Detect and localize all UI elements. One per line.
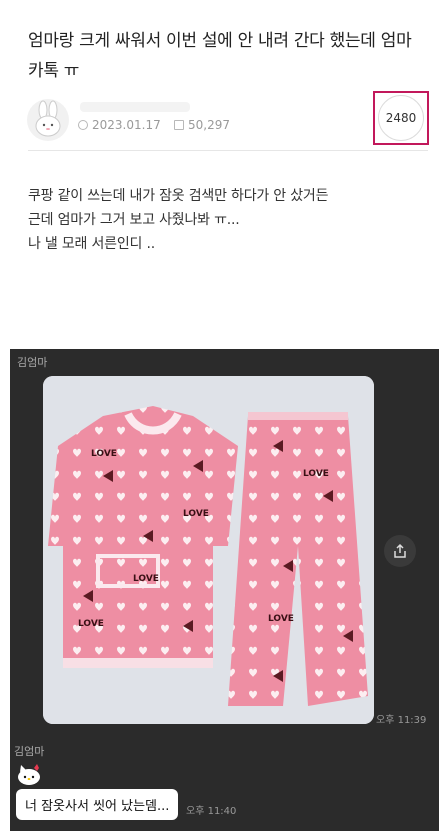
sender-name: 김엄마 — [17, 356, 48, 369]
pajama-label: LOVE — [183, 509, 209, 519]
message-time: 오후 11:40 — [186, 806, 237, 817]
post-views: 50,297 — [174, 118, 230, 132]
post-date: 2023.01.17 — [78, 118, 161, 132]
hello-kitty-icon — [18, 764, 40, 785]
pajama-illustration: LOVE LOVE LOVE LOVE LOVE LOVE — [43, 376, 374, 724]
pajama-label: LOVE — [268, 614, 294, 624]
divider — [28, 150, 428, 151]
message-bubble: 너 잠옷사서 씻어 났는뎀... — [16, 789, 179, 820]
post-title: 엄마랑 크게 싸워서 이번 설에 안 내려 간다 했는데 엄마 카톡 ㅠ — [28, 31, 412, 81]
message-time: 오후 11:39 — [376, 715, 427, 726]
pajama-label: LOVE — [78, 619, 104, 629]
sender-name: 김엄마 — [14, 745, 45, 758]
post-date-text: 2023.01.17 — [92, 118, 161, 132]
comment-count-button[interactable]: 2480 — [378, 95, 424, 141]
share-button[interactable] — [384, 535, 416, 567]
pajama-label: LOVE — [91, 449, 117, 459]
author-avatar[interactable] — [27, 99, 69, 141]
bunny-icon — [35, 100, 61, 137]
share-icon — [394, 543, 406, 558]
comment-count: 2480 — [385, 111, 417, 125]
author-name — [80, 102, 190, 112]
post-body-line: 나 낼 모래 서른인디 .. — [28, 236, 155, 252]
post-views-text: 50,297 — [188, 118, 230, 132]
pajama-photo[interactable]: LOVE LOVE LOVE LOVE LOVE LOVE — [43, 376, 374, 724]
post-body: 쿠팡 같이 쓰는데 내가 잠옷 검색만 하다가 안 샀거든 근데 엄마가 그거 … — [28, 184, 428, 256]
post-body-line: 쿠팡 같이 쓰는데 내가 잠옷 검색만 하다가 안 샀거든 — [28, 188, 329, 204]
post-body-line: 근데 엄마가 그거 보고 사줬나봐 ㅠ... — [28, 212, 240, 228]
pajama-label: LOVE — [303, 469, 329, 479]
hello-kitty-avatar[interactable] — [16, 763, 42, 787]
clock-icon — [78, 120, 88, 130]
comment-count-highlight: 2480 — [373, 91, 429, 145]
kakao-chat-screenshot: 김엄마 LOVE LOVE LOVE LOVE LOVE LOVE 오후 11:… — [10, 349, 439, 831]
pajama-label: LOVE — [133, 574, 159, 584]
document-icon — [174, 120, 184, 130]
